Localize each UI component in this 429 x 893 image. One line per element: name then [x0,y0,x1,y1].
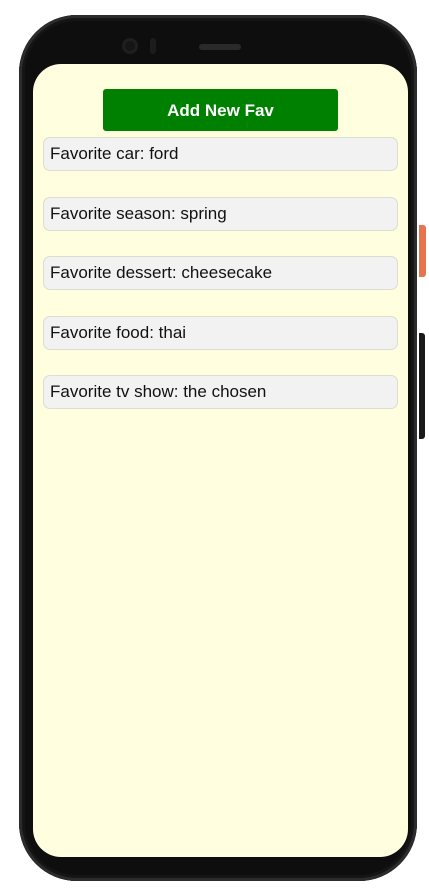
volume-button [419,333,425,439]
favorite-item-tv-show[interactable]: Favorite tv show: the chosen [43,375,398,409]
favorites-list: Favorite car: ford Favorite season: spri… [43,137,398,435]
favorite-item-season[interactable]: Favorite season: spring [43,196,398,231]
front-camera-icon [122,38,138,54]
app-screen: Add New Fav Favorite car: ford Favorite … [33,64,408,857]
favorite-item-food[interactable]: Favorite food: thai [43,315,398,350]
proximity-sensor [150,38,156,54]
earpiece-speaker [199,44,241,50]
add-new-fav-button[interactable]: Add New Fav [103,89,338,131]
favorite-item-dessert[interactable]: Favorite dessert: cheesecake [43,256,398,290]
power-button [419,225,426,277]
favorite-item-car[interactable]: Favorite car: ford [43,137,398,171]
